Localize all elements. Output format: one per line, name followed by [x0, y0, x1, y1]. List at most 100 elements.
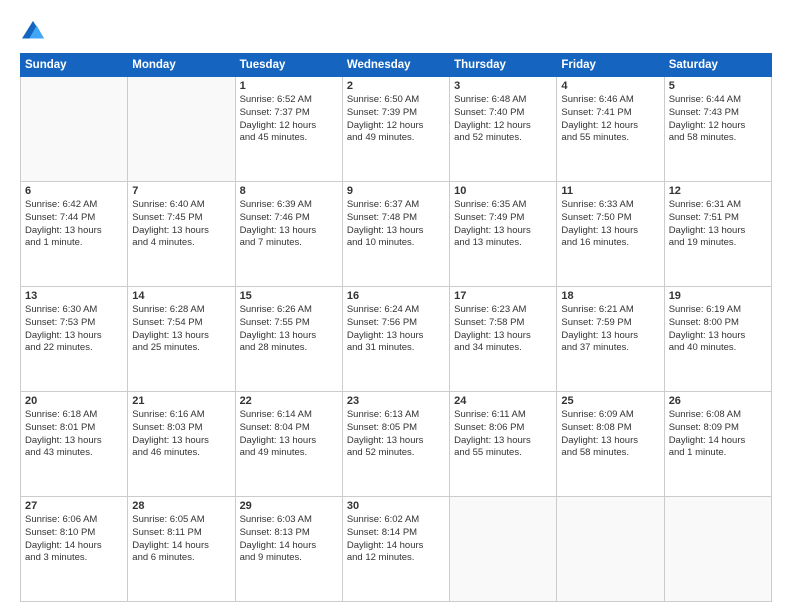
cell-content: Sunrise: 6:44 AM Sunset: 7:43 PM Dayligh… [669, 94, 767, 145]
cell-content: Sunrise: 6:11 AM Sunset: 8:06 PM Dayligh… [454, 409, 552, 460]
calendar-week-row: 6 Sunrise: 6:42 AM Sunset: 7:44 PM Daylig… [21, 182, 772, 287]
day-number: 26 [669, 395, 767, 407]
calendar-cell: 6 Sunrise: 6:42 AM Sunset: 7:44 PM Daylig… [21, 182, 128, 287]
day-number: 2 [347, 80, 445, 92]
day-of-week-header: Sunday [21, 54, 128, 77]
day-number: 1 [240, 80, 338, 92]
day-number: 29 [240, 500, 338, 512]
day-number: 15 [240, 290, 338, 302]
day-number: 23 [347, 395, 445, 407]
calendar-cell: 15 Sunrise: 6:26 AM Sunset: 7:55 PM Dayli… [235, 287, 342, 392]
cell-content: Sunrise: 6:21 AM Sunset: 7:59 PM Dayligh… [561, 304, 659, 355]
calendar-cell: 17 Sunrise: 6:23 AM Sunset: 7:58 PM Dayli… [450, 287, 557, 392]
calendar-cell: 10 Sunrise: 6:35 AM Sunset: 7:49 PM Dayli… [450, 182, 557, 287]
day-number: 3 [454, 80, 552, 92]
calendar-cell [450, 497, 557, 602]
calendar-cell: 4 Sunrise: 6:46 AM Sunset: 7:41 PM Daylig… [557, 77, 664, 182]
day-number: 30 [347, 500, 445, 512]
cell-content: Sunrise: 6:08 AM Sunset: 8:09 PM Dayligh… [669, 409, 767, 460]
day-of-week-header: Thursday [450, 54, 557, 77]
cell-content: Sunrise: 6:39 AM Sunset: 7:46 PM Dayligh… [240, 199, 338, 250]
cell-content: Sunrise: 6:05 AM Sunset: 8:11 PM Dayligh… [132, 514, 230, 565]
calendar-week-row: 27 Sunrise: 6:06 AM Sunset: 8:10 PM Dayli… [21, 497, 772, 602]
calendar-cell [557, 497, 664, 602]
day-number: 7 [132, 185, 230, 197]
calendar-cell: 19 Sunrise: 6:19 AM Sunset: 8:00 PM Dayli… [664, 287, 771, 392]
day-number: 10 [454, 185, 552, 197]
calendar-week-row: 1 Sunrise: 6:52 AM Sunset: 7:37 PM Daylig… [21, 77, 772, 182]
cell-content: Sunrise: 6:52 AM Sunset: 7:37 PM Dayligh… [240, 94, 338, 145]
day-of-week-header: Wednesday [342, 54, 449, 77]
calendar-cell: 7 Sunrise: 6:40 AM Sunset: 7:45 PM Daylig… [128, 182, 235, 287]
cell-content: Sunrise: 6:50 AM Sunset: 7:39 PM Dayligh… [347, 94, 445, 145]
day-number: 28 [132, 500, 230, 512]
logo-icon [22, 18, 44, 40]
day-number: 5 [669, 80, 767, 92]
cell-content: Sunrise: 6:48 AM Sunset: 7:40 PM Dayligh… [454, 94, 552, 145]
cell-content: Sunrise: 6:18 AM Sunset: 8:01 PM Dayligh… [25, 409, 123, 460]
calendar-cell: 11Sunrise: 6:33 AM Sunset: 7:50 PM Dayli… [557, 182, 664, 287]
logo [20, 18, 44, 45]
day-number: 20 [25, 395, 123, 407]
calendar-cell: 22 Sunrise: 6:14 AM Sunset: 8:04 PM Dayli… [235, 392, 342, 497]
day-number: 19 [669, 290, 767, 302]
calendar-cell: 30 Sunrise: 6:02 AM Sunset: 8:14 PM Dayli… [342, 497, 449, 602]
cell-content: Sunrise: 6:35 AM Sunset: 7:49 PM Dayligh… [454, 199, 552, 250]
day-number: 22 [240, 395, 338, 407]
calendar-cell: 12Sunrise: 6:31 AM Sunset: 7:51 PM Dayli… [664, 182, 771, 287]
cell-content: Sunrise: 6:02 AM Sunset: 8:14 PM Dayligh… [347, 514, 445, 565]
calendar-cell: 24 Sunrise: 6:11 AM Sunset: 8:06 PM Dayli… [450, 392, 557, 497]
cell-content: Sunrise: 6:24 AM Sunset: 7:56 PM Dayligh… [347, 304, 445, 355]
calendar-cell: 25Sunrise: 6:09 AM Sunset: 8:08 PM Dayli… [557, 392, 664, 497]
calendar-cell: 27 Sunrise: 6:06 AM Sunset: 8:10 PM Dayli… [21, 497, 128, 602]
cell-content: Sunrise: 6:40 AM Sunset: 7:45 PM Dayligh… [132, 199, 230, 250]
calendar-header-row: SundayMondayTuesdayWednesdayThursdayFrid… [21, 54, 772, 77]
header [20, 18, 772, 45]
cell-content: Sunrise: 6:28 AM Sunset: 7:54 PM Dayligh… [132, 304, 230, 355]
day-number: 8 [240, 185, 338, 197]
calendar-cell [21, 77, 128, 182]
day-of-week-header: Saturday [664, 54, 771, 77]
cell-content: Sunrise: 6:09 AM Sunset: 8:08 PM Dayligh… [561, 409, 659, 460]
cell-content: Sunrise: 6:14 AM Sunset: 8:04 PM Dayligh… [240, 409, 338, 460]
calendar-cell: 5 Sunrise: 6:44 AM Sunset: 7:43 PM Daylig… [664, 77, 771, 182]
cell-content: Sunrise: 6:42 AM Sunset: 7:44 PM Dayligh… [25, 199, 123, 250]
calendar-cell: 3 Sunrise: 6:48 AM Sunset: 7:40 PM Daylig… [450, 77, 557, 182]
cell-content: Sunrise: 6:33 AM Sunset: 7:50 PM Dayligh… [561, 199, 659, 250]
day-number: 18 [561, 290, 659, 302]
day-number: 9 [347, 185, 445, 197]
day-number: 16 [347, 290, 445, 302]
day-number: 4 [561, 80, 659, 92]
calendar-week-row: 13Sunrise: 6:30 AM Sunset: 7:53 PM Dayli… [21, 287, 772, 392]
calendar-table: SundayMondayTuesdayWednesdayThursdayFrid… [20, 53, 772, 602]
cell-content: Sunrise: 6:03 AM Sunset: 8:13 PM Dayligh… [240, 514, 338, 565]
calendar-cell: 29 Sunrise: 6:03 AM Sunset: 8:13 PM Dayli… [235, 497, 342, 602]
cell-content: Sunrise: 6:26 AM Sunset: 7:55 PM Dayligh… [240, 304, 338, 355]
day-number: 24 [454, 395, 552, 407]
cell-content: Sunrise: 6:13 AM Sunset: 8:05 PM Dayligh… [347, 409, 445, 460]
calendar-cell: 2 Sunrise: 6:50 AM Sunset: 7:39 PM Daylig… [342, 77, 449, 182]
cell-content: Sunrise: 6:16 AM Sunset: 8:03 PM Dayligh… [132, 409, 230, 460]
cell-content: Sunrise: 6:23 AM Sunset: 7:58 PM Dayligh… [454, 304, 552, 355]
cell-content: Sunrise: 6:46 AM Sunset: 7:41 PM Dayligh… [561, 94, 659, 145]
calendar-cell: 9 Sunrise: 6:37 AM Sunset: 7:48 PM Daylig… [342, 182, 449, 287]
day-number: 17 [454, 290, 552, 302]
calendar-cell: 1 Sunrise: 6:52 AM Sunset: 7:37 PM Daylig… [235, 77, 342, 182]
calendar-cell: 26 Sunrise: 6:08 AM Sunset: 8:09 PM Dayli… [664, 392, 771, 497]
day-of-week-header: Monday [128, 54, 235, 77]
day-number: 27 [25, 500, 123, 512]
day-number: 6 [25, 185, 123, 197]
page: SundayMondayTuesdayWednesdayThursdayFrid… [0, 0, 792, 612]
calendar-cell: 14 Sunrise: 6:28 AM Sunset: 7:54 PM Dayli… [128, 287, 235, 392]
calendar-cell: 13Sunrise: 6:30 AM Sunset: 7:53 PM Dayli… [21, 287, 128, 392]
cell-content: Sunrise: 6:37 AM Sunset: 7:48 PM Dayligh… [347, 199, 445, 250]
calendar-cell: 16 Sunrise: 6:24 AM Sunset: 7:56 PM Dayli… [342, 287, 449, 392]
cell-content: Sunrise: 6:19 AM Sunset: 8:00 PM Dayligh… [669, 304, 767, 355]
cell-content: Sunrise: 6:31 AM Sunset: 7:51 PM Dayligh… [669, 199, 767, 250]
calendar-cell: 23 Sunrise: 6:13 AM Sunset: 8:05 PM Dayli… [342, 392, 449, 497]
calendar-cell [128, 77, 235, 182]
day-number: 14 [132, 290, 230, 302]
day-of-week-header: Friday [557, 54, 664, 77]
day-of-week-header: Tuesday [235, 54, 342, 77]
cell-content: Sunrise: 6:06 AM Sunset: 8:10 PM Dayligh… [25, 514, 123, 565]
